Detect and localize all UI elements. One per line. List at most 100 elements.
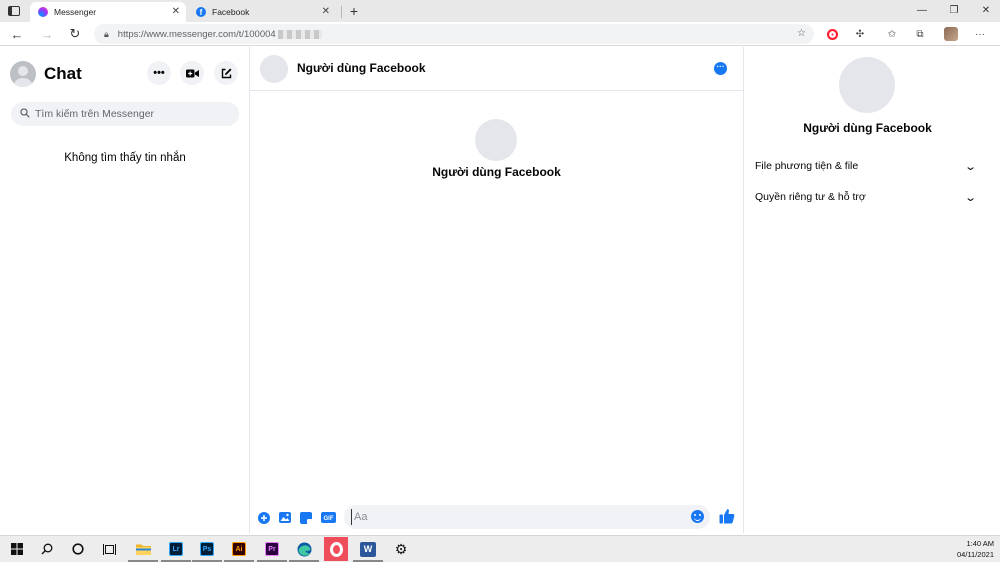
facebook-favicon-icon: f [196,7,206,17]
image-icon [278,512,291,523]
opera-icon [826,28,838,40]
conversation-info-button[interactable]: ··· [714,62,727,75]
new-tab-button[interactable]: + [346,3,362,19]
photoshop-button[interactable]: Ps [192,540,222,562]
tab-title: Facebook [212,7,250,17]
back-button[interactable]: ← [8,25,26,43]
new-room-button[interactable] [180,61,204,85]
tab-title: Messenger [54,7,97,17]
plus-circle-icon [257,511,270,524]
attach-image-button[interactable] [278,511,291,524]
details-name: Người dùng Facebook [803,121,932,135]
task-view-icon [102,543,116,555]
windows-logo-icon [11,543,23,555]
thumbs-up-icon [719,509,735,524]
collections-icon: ⧉ [916,28,924,40]
taskbar: Lr Ps Ai Pr W ⚙ 1:40 AM 04/11/2021 [0,535,1000,562]
close-tab-icon[interactable]: ✕ [322,6,330,17]
avatar[interactable] [10,61,36,87]
edge-button[interactable] [289,540,319,562]
clock-time: 1:40 AM [966,539,994,548]
search-input[interactable] [35,108,225,120]
contact-name-center: Người dùng Facebook [432,165,561,179]
gear-icon: ⚙ [394,540,408,557]
close-tab-icon[interactable]: ✕ [172,6,180,17]
details-pane: Người dùng Facebook File phương tiện & f… [743,47,1000,533]
chevron-down-icon: ⌄ [963,191,977,204]
chat-sidebar: Chat ••• Không tìm thấy tin nhắn [0,47,250,533]
url-text: https://www.messenger.com/t/100004 [117,28,276,40]
illustrator-button[interactable]: Ai [224,540,254,562]
search-icon [41,543,53,555]
illustrator-icon: Ai [232,542,246,556]
avatar[interactable] [260,55,288,83]
address-bar: ← → ↻ 🔒︎ https://www.messenger.com/t/100… [0,22,1000,46]
system-clock[interactable]: 1:40 AM 04/11/2021 [957,538,994,560]
arrow-left-icon: ← [10,26,24,42]
premiere-button[interactable]: Pr [257,540,287,562]
avatar [839,57,895,113]
tab-facebook[interactable]: f Facebook ✕ [188,2,342,22]
extensions-button[interactable]: ✣ [852,26,868,42]
edge-icon [297,542,311,556]
options-button[interactable]: ••• [147,61,171,85]
browser-menu-button[interactable]: ··· [972,26,988,42]
message-input-box[interactable] [344,505,710,529]
send-like-button[interactable] [719,508,735,524]
media-files-section[interactable]: File phương tiện & file ⌄ [755,157,977,175]
opera-button[interactable] [324,537,348,561]
message-input[interactable] [351,509,681,525]
favorites-list-icon: ✩ [887,28,897,40]
collections-button[interactable]: ⧉ [912,26,928,42]
video-camera-icon [185,69,199,77]
section-label: File phương tiện & file [755,160,859,172]
file-explorer-button[interactable] [128,540,158,562]
url-field[interactable]: 🔒︎ https://www.messenger.com/t/100004 ☆ [94,24,814,44]
favorite-star-icon[interactable]: ☆ [797,28,806,39]
more-dots-icon: ••• [153,67,165,79]
new-message-button[interactable] [214,61,238,85]
reload-button[interactable]: ↻ [66,25,84,43]
gif-button[interactable]: GIF [320,511,336,524]
compose-icon [221,68,231,78]
lightroom-button[interactable]: Lr [161,540,191,562]
tab-actions-button[interactable] [4,3,24,19]
more-actions-button[interactable] [257,511,270,524]
page-title: Chat [44,64,82,83]
settings-button[interactable]: ⚙ [392,540,410,558]
opera-extension-button[interactable] [824,26,840,42]
word-button[interactable]: W [353,540,383,562]
premiere-icon: Pr [265,542,279,556]
profile-button[interactable] [943,26,959,42]
forward-button[interactable]: → [38,25,56,43]
restore-button[interactable]: ❐ [946,3,962,19]
conversation-header: Người dùng Facebook ··· [250,47,743,91]
privacy-support-section[interactable]: Quyền riêng tư & hỗ trợ ⌄ [755,188,977,206]
gif-icon: GIF [320,512,336,523]
conversation-pane: Người dùng Facebook ··· Người dùng Faceb… [250,47,743,533]
search-button[interactable] [38,540,56,558]
messenger-favicon-icon [38,7,48,17]
cortana-button[interactable] [69,540,87,558]
chevron-down-icon: ⌄ [963,160,977,173]
photoshop-icon: Ps [200,542,214,556]
minimize-button[interactable]: — [914,3,930,19]
cortana-circle-icon [72,543,84,555]
lock-icon: 🔒︎ [104,28,109,39]
task-view-button[interactable] [100,540,118,558]
more-dots-icon: ··· [975,28,985,40]
tab-messenger[interactable]: Messenger ✕ [30,2,186,22]
sticker-button[interactable] [299,511,312,524]
avatar [475,119,517,161]
sidebar-header: Chat [10,61,82,87]
emoji-icon[interactable] [691,510,704,523]
start-button[interactable] [8,540,26,558]
search-box[interactable] [11,102,239,126]
url-redacted-segment [277,29,322,39]
folder-icon [135,544,151,555]
contact-name[interactable]: Người dùng Facebook [297,61,426,75]
avatar [944,27,958,41]
close-window-button[interactable]: ✕ [978,3,994,19]
favorites-button[interactable]: ✩ [884,26,900,42]
puzzle-icon: ✣ [855,28,865,40]
